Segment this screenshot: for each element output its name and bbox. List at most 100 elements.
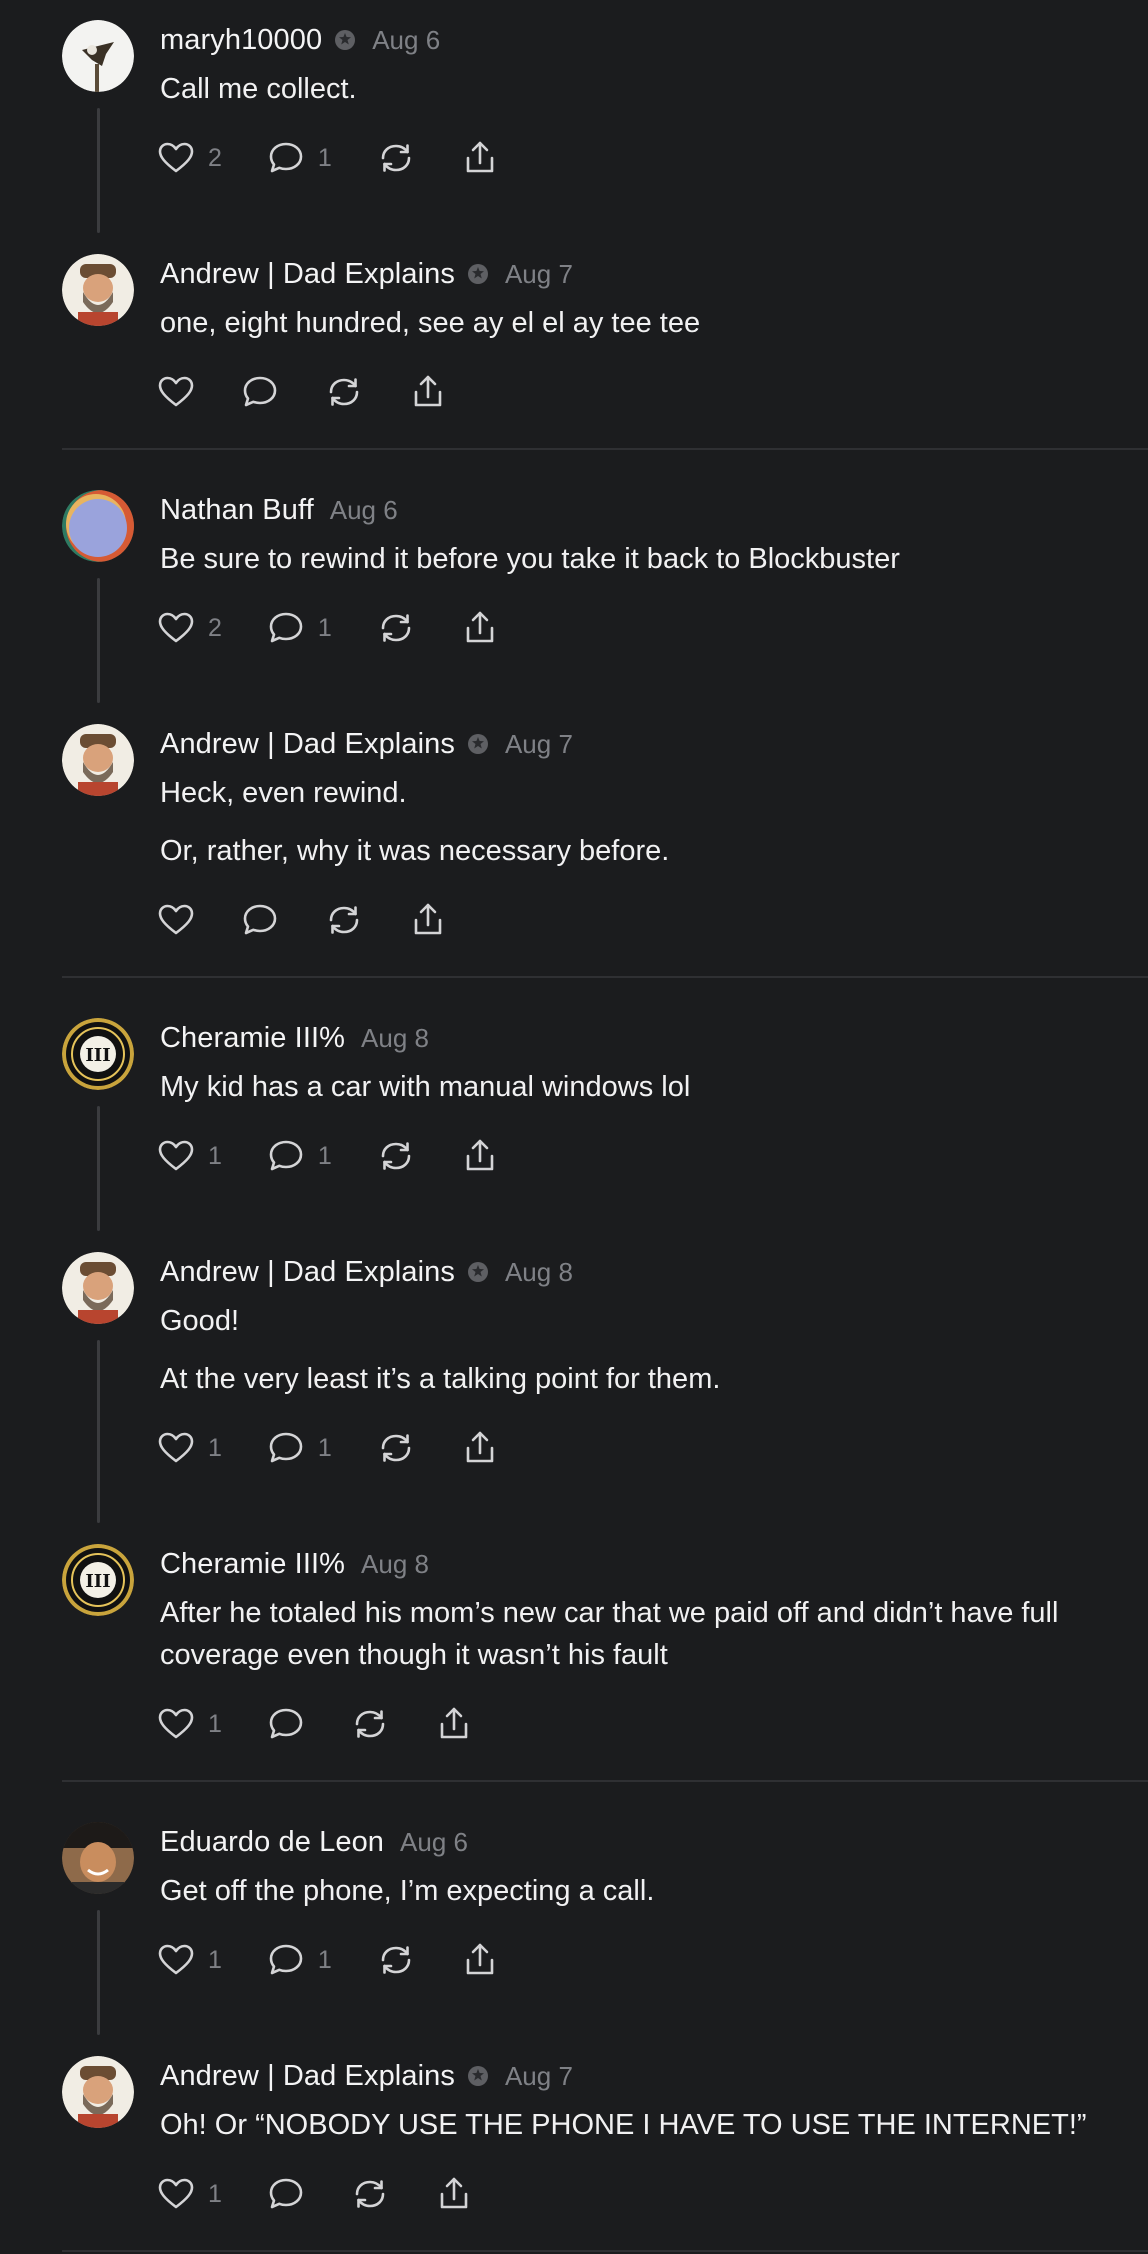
repost-arrows-icon bbox=[350, 2174, 390, 2214]
reply-button[interactable]: 1 bbox=[266, 1134, 332, 1178]
share-button[interactable] bbox=[434, 1702, 474, 1746]
post-text: Get off the phone, I’m expecting a call. bbox=[160, 1875, 655, 1907]
post-body: Oh! Or “NOBODY USE THE PHONE I HAVE TO U… bbox=[160, 2104, 1140, 2146]
post-header: Andrew | Dad Explains Aug 7 bbox=[160, 2054, 573, 2098]
author-name[interactable]: Eduardo de Leon bbox=[160, 1826, 384, 1859]
author-name[interactable]: Cheramie III% bbox=[160, 1022, 345, 1055]
like-button[interactable]: 1 bbox=[156, 1702, 222, 1746]
share-button[interactable] bbox=[460, 606, 500, 650]
speech-bubble-icon bbox=[266, 2174, 306, 2214]
verified-badge-icon bbox=[334, 29, 356, 51]
like-button[interactable]: 2 bbox=[156, 606, 222, 650]
post-date[interactable]: Aug 8 bbox=[505, 1257, 573, 1288]
speech-bubble-icon bbox=[240, 372, 280, 412]
share-upload-icon bbox=[460, 608, 500, 648]
share-button[interactable] bbox=[460, 1426, 500, 1470]
share-button[interactable] bbox=[460, 1938, 500, 1982]
thread-connector bbox=[97, 1910, 100, 2035]
post-header: Cheramie III% Aug 8 bbox=[160, 1542, 429, 1586]
speech-bubble-icon bbox=[266, 1428, 306, 1468]
author-name[interactable]: Andrew | Dad Explains bbox=[160, 1256, 455, 1289]
like-count: 1 bbox=[208, 1141, 222, 1170]
author-name[interactable]: maryh10000 bbox=[160, 24, 322, 57]
share-upload-icon bbox=[408, 900, 448, 940]
thread-connector bbox=[97, 1106, 100, 1231]
thread-divider bbox=[62, 1780, 1148, 1782]
like-count: 1 bbox=[208, 1945, 222, 1974]
author-name[interactable]: Andrew | Dad Explains bbox=[160, 728, 455, 761]
post-date[interactable]: Aug 6 bbox=[330, 495, 398, 526]
reply-button[interactable] bbox=[266, 2172, 306, 2216]
avatar-cheramie[interactable]: III bbox=[62, 1544, 134, 1616]
speech-bubble-icon bbox=[266, 138, 306, 178]
post-header: Cheramie III% Aug 8 bbox=[160, 1016, 429, 1060]
reply-button[interactable]: 1 bbox=[266, 606, 332, 650]
post-actions: 2 1 bbox=[156, 136, 544, 180]
like-button[interactable] bbox=[156, 898, 196, 942]
reply-button[interactable]: 1 bbox=[266, 136, 332, 180]
post-date[interactable]: Aug 6 bbox=[400, 1827, 468, 1858]
share-button[interactable] bbox=[408, 898, 448, 942]
repost-button[interactable] bbox=[376, 136, 416, 180]
post-date[interactable]: Aug 7 bbox=[505, 2061, 573, 2092]
avatar-andrew[interactable] bbox=[62, 2056, 134, 2128]
reply-button[interactable] bbox=[240, 898, 280, 942]
avatar-andrew[interactable] bbox=[62, 1252, 134, 1324]
post-actions: 1 1 bbox=[156, 1938, 544, 1982]
post-date[interactable]: Aug 8 bbox=[361, 1023, 429, 1054]
repost-button[interactable] bbox=[376, 1134, 416, 1178]
like-button[interactable]: 1 bbox=[156, 1426, 222, 1470]
share-upload-icon bbox=[434, 2174, 474, 2214]
avatar-andrew[interactable] bbox=[62, 254, 134, 326]
repost-button[interactable] bbox=[350, 2172, 390, 2216]
reply-count: 1 bbox=[317, 1945, 332, 1974]
heart-icon bbox=[156, 900, 196, 940]
verified-badge-icon bbox=[467, 263, 489, 285]
repost-button[interactable] bbox=[324, 370, 364, 414]
author-name[interactable]: Andrew | Dad Explains bbox=[160, 2060, 455, 2093]
like-count: 2 bbox=[208, 143, 222, 172]
reply-button[interactable] bbox=[266, 1702, 306, 1746]
reply-button[interactable]: 1 bbox=[266, 1426, 332, 1470]
avatar-nathan-buff[interactable] bbox=[62, 490, 134, 562]
post-actions: 1 bbox=[156, 1702, 518, 1746]
like-button[interactable]: 2 bbox=[156, 136, 222, 180]
heart-icon bbox=[156, 1704, 196, 1744]
avatar-andrew[interactable] bbox=[62, 724, 134, 796]
post-body: one, eight hundred, see ay el el ay tee … bbox=[160, 302, 1140, 344]
post-text: At the very least it’s a talking point f… bbox=[160, 1363, 721, 1395]
author-name[interactable]: Andrew | Dad Explains bbox=[160, 258, 455, 291]
speech-bubble-icon bbox=[266, 1136, 306, 1176]
reply-button[interactable]: 1 bbox=[266, 1938, 332, 1982]
repost-button[interactable] bbox=[324, 898, 364, 942]
post-date[interactable]: Aug 7 bbox=[505, 729, 573, 760]
avatar-maryh10000[interactable] bbox=[62, 20, 134, 92]
repost-button[interactable] bbox=[376, 1426, 416, 1470]
post-date[interactable]: Aug 8 bbox=[361, 1549, 429, 1580]
reply-count: 1 bbox=[317, 613, 332, 642]
post-text: Be sure to rewind it before you take it … bbox=[160, 543, 900, 575]
share-button[interactable] bbox=[460, 136, 500, 180]
post-date[interactable]: Aug 6 bbox=[372, 25, 440, 56]
repost-button[interactable] bbox=[376, 606, 416, 650]
like-button[interactable]: 1 bbox=[156, 1938, 222, 1982]
like-button[interactable]: 1 bbox=[156, 2172, 222, 2216]
post-text: My kid has a car with manual windows lol bbox=[160, 1071, 691, 1103]
author-name[interactable]: Nathan Buff bbox=[160, 494, 314, 527]
share-button[interactable] bbox=[434, 2172, 474, 2216]
author-name[interactable]: Cheramie III% bbox=[160, 1548, 345, 1581]
post-text: Good! bbox=[160, 1305, 239, 1337]
reply-button[interactable] bbox=[240, 370, 280, 414]
avatar-cheramie[interactable]: III bbox=[62, 1018, 134, 1090]
repost-button[interactable] bbox=[376, 1938, 416, 1982]
speech-bubble-icon bbox=[266, 1940, 306, 1980]
share-button[interactable] bbox=[460, 1134, 500, 1178]
avatar-eduardo-de-leon[interactable] bbox=[62, 1822, 134, 1894]
thread-connector bbox=[97, 108, 100, 233]
like-button[interactable] bbox=[156, 370, 196, 414]
share-upload-icon bbox=[460, 138, 500, 178]
post-date[interactable]: Aug 7 bbox=[505, 259, 573, 290]
like-button[interactable]: 1 bbox=[156, 1134, 222, 1178]
repost-button[interactable] bbox=[350, 1702, 390, 1746]
share-button[interactable] bbox=[408, 370, 448, 414]
